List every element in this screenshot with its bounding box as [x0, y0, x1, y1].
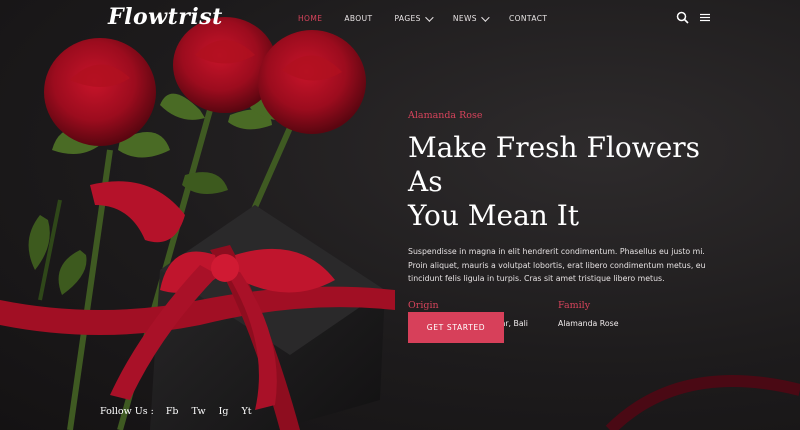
family-label: Family [558, 299, 591, 311]
nav-item-label: CONTACT [508, 14, 548, 23]
nav-item-contact[interactable]: CONTACT [509, 14, 547, 23]
ribbon-decoration [605, 375, 800, 430]
follow-label: Follow Us : [100, 406, 154, 417]
hero-title-line2: You Mean It [408, 199, 580, 232]
nav-item-label: ABOUT [344, 14, 373, 23]
hero-title: Make Fresh Flowers As You Mean It [408, 131, 718, 233]
nav-item-label: NEWS [452, 14, 477, 23]
nav-item-news[interactable]: NEWS [452, 12, 490, 23]
roses-gift-image [0, 17, 395, 430]
menu-icon[interactable] [699, 11, 711, 24]
hero-content: Alamanda Rose Make Fresh Flowers As You … [408, 110, 718, 328]
site-header: Flowtrist HOME ABOUT PAGES NEWS CONTACT [0, 0, 800, 38]
twitter-link[interactable]: Tw [192, 406, 206, 417]
chevron-down-icon [425, 12, 434, 22]
nav-item-about[interactable]: ABOUT [344, 14, 372, 23]
main-nav: HOME ABOUT PAGES NEWS CONTACT [298, 12, 569, 23]
site-logo[interactable]: Flowtrist [108, 4, 223, 30]
nav-item-label: HOME [298, 14, 323, 23]
nav-item-label: PAGES [394, 14, 421, 23]
origin-label: Origin [408, 299, 439, 311]
search-icon[interactable] [676, 11, 689, 24]
header-icons [676, 11, 711, 24]
get-started-button[interactable]: GET STARTED [408, 312, 504, 343]
hero-subtitle: Alamanda Rose [408, 110, 483, 121]
nav-item-pages[interactable]: PAGES [394, 12, 434, 23]
hero-description: Suspendisse in magna in elit hendrerit c… [408, 247, 706, 283]
family-block: Family Alamanda Rose [558, 300, 708, 328]
chevron-down-icon [481, 12, 490, 22]
hero-title-line1: Make Fresh Flowers As [408, 131, 701, 198]
social-follow: Follow Us : Fb Tw Ig Yt [100, 406, 265, 417]
youtube-link[interactable]: Yt [242, 406, 252, 417]
nav-item-home[interactable]: HOME [298, 14, 322, 23]
facebook-link[interactable]: Fb [166, 406, 179, 417]
instagram-link[interactable]: Ig [219, 406, 229, 417]
family-value: Alamanda Rose [558, 318, 619, 328]
